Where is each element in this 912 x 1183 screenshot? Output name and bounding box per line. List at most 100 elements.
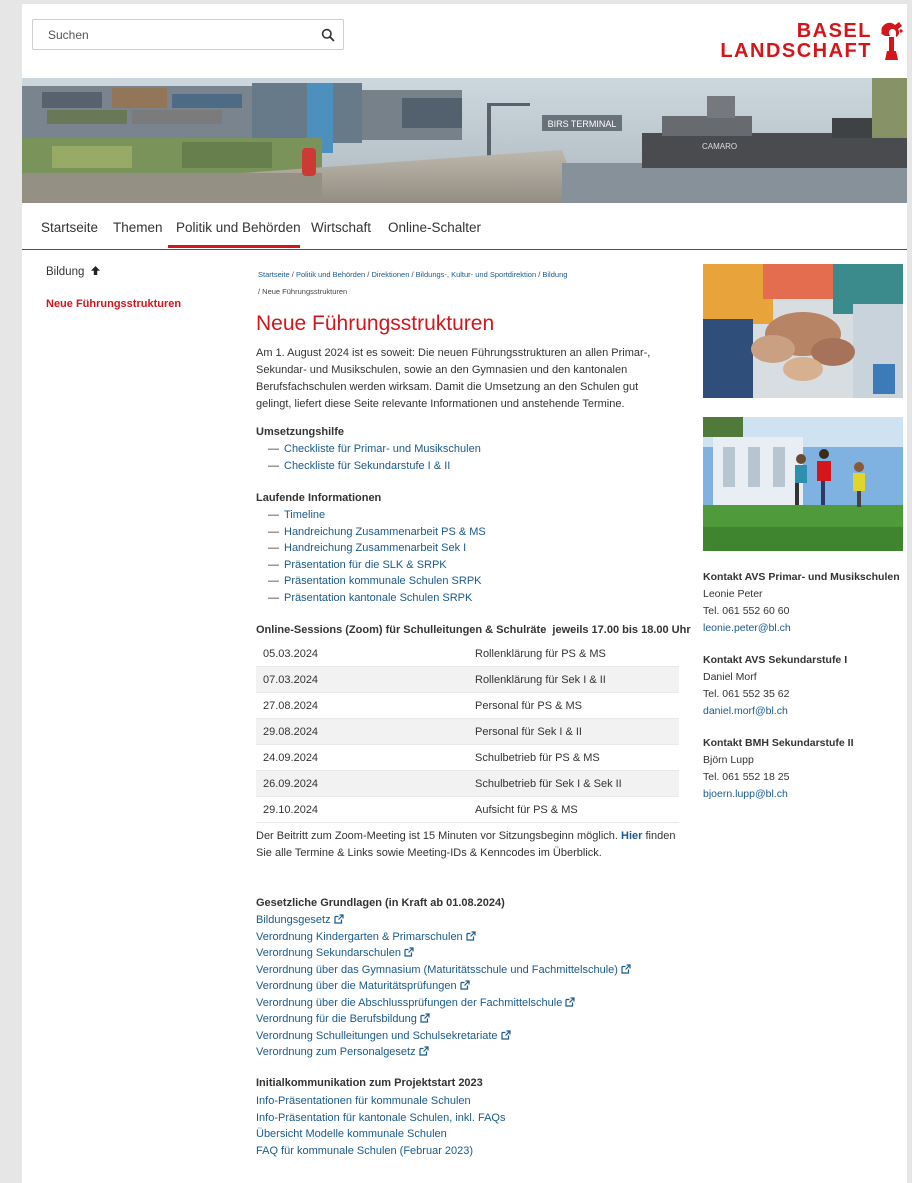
external-link-icon bbox=[334, 914, 344, 924]
link-verordnung-personalgesetz[interactable]: Verordnung zum Personalgesetz bbox=[256, 1046, 429, 1058]
link-info-praesentation-kantonal[interactable]: Info-Präsentation für kantonale Schulen,… bbox=[256, 1112, 505, 1124]
sessions-table: 05.03.2024 Rollenklärung für PS & MS 07.0… bbox=[256, 641, 679, 823]
fist-bump-photo bbox=[703, 264, 903, 398]
external-link-icon bbox=[404, 947, 414, 957]
basel-landschaft-logo[interactable]: BASEL LANDSCHAFT bbox=[720, 20, 905, 62]
link-checkliste-primar[interactable]: Checkliste für Primar- und Musikschulen bbox=[284, 443, 481, 455]
session-topic: Personal für PS & MS bbox=[475, 699, 582, 712]
breadcrumb-direktionen[interactable]: Direktionen bbox=[371, 270, 409, 279]
header-banner-image: BIRS TERMINAL CAMARO bbox=[22, 78, 907, 203]
session-topic: Schulbetrieb für PS & MS bbox=[475, 751, 600, 764]
contact-name: Leonie Peter bbox=[703, 588, 763, 600]
link-verordnung-sekundarschulen[interactable]: Verordnung Sekundarschulen bbox=[256, 947, 414, 959]
list-item: Verordnung über die Maturitätsprüfungen bbox=[256, 978, 631, 995]
list-item: — Präsentation für die SLK & SRPK bbox=[268, 558, 447, 571]
nav-item-wirtschaft[interactable]: Wirtschaft bbox=[311, 220, 371, 235]
zoom-note-text: Der Beitritt zum Zoom-Meeting ist 15 Min… bbox=[256, 828, 681, 862]
link-verordnung-berufsbildung[interactable]: Verordnung für die Berufsbildung bbox=[256, 1013, 430, 1025]
breadcrumb-startseite[interactable]: Startseite bbox=[258, 270, 290, 279]
link-label: Verordnung zum Personalgesetz bbox=[256, 1046, 416, 1058]
section-heading-umsetzungshilfe: Umsetzungshilfe bbox=[256, 426, 345, 438]
umsetzungshilfe-list: — Checkliste für Primar- und Musikschulen… bbox=[268, 441, 481, 474]
session-date: 27.08.2024 bbox=[263, 699, 319, 712]
link-uebersicht-modelle[interactable]: Übersicht Modelle kommunale Schulen bbox=[256, 1128, 447, 1140]
leftnav-current-page[interactable]: Neue Führungsstrukturen bbox=[46, 298, 181, 310]
session-date: 07.03.2024 bbox=[256, 666, 468, 693]
link-verordnung-kindergarten[interactable]: Verordnung Kindergarten & Primarschulen bbox=[256, 931, 476, 943]
contact-name: Björn Lupp bbox=[703, 754, 754, 766]
table-row: 07.03.2024 Rollenklärung für Sek I & II bbox=[256, 666, 679, 693]
crozier-crest-icon bbox=[881, 22, 903, 60]
contact-block-primar: Kontakt AVS Primar- und Musikschulen Leo… bbox=[703, 569, 903, 637]
zoom-overview-link[interactable]: Hier bbox=[621, 830, 642, 842]
link-bildungsgesetz[interactable]: Bildungsgesetz bbox=[256, 914, 344, 926]
link-info-praesentationen-kommunal[interactable]: Info-Präsentationen für kommunale Schule… bbox=[256, 1095, 471, 1107]
link-praesentation-kommunale[interactable]: Präsentation kommunale Schulen SRPK bbox=[284, 575, 482, 587]
list-item: Verordnung Sekundarschulen bbox=[256, 945, 631, 962]
external-link-icon bbox=[419, 1046, 429, 1056]
list-item: — Handreichung Zusammenarbeit Sek I bbox=[268, 542, 467, 554]
arrow-up-icon bbox=[90, 266, 100, 275]
table-row: 26.09.2024 Schulbetrieb für Sek I & Sek I… bbox=[256, 770, 679, 797]
table-row: 05.03.2024 Rollenklärung für PS & MS bbox=[256, 641, 679, 667]
list-item: — Timeline bbox=[268, 509, 326, 521]
search-icon[interactable] bbox=[321, 28, 335, 42]
link-handreichung-ps-ms[interactable]: Handreichung Zusammenarbeit PS & MS bbox=[284, 526, 486, 538]
link-verordnung-fachmittelschule[interactable]: Verordnung über die Abschlussprüfungen d… bbox=[256, 997, 575, 1009]
link-praesentation-kantonale[interactable]: Präsentation kantonale Schulen SRPK bbox=[284, 592, 472, 604]
link-label: Bildungsgesetz bbox=[256, 914, 331, 926]
section-heading-online-sessions: Online-Sessions (Zoom) für Schulleitunge… bbox=[256, 624, 691, 636]
link-handreichung-sek-i[interactable]: Handreichung Zusammenarbeit Sek I bbox=[284, 542, 466, 554]
link-label: Verordnung über die Abschlussprüfungen d… bbox=[256, 996, 563, 1009]
nav-item-politik-und-behoerden[interactable]: Politik und Behörden bbox=[176, 220, 301, 235]
section-heading-laufende-informationen: Laufende Informationen bbox=[256, 492, 382, 504]
link-label: Verordnung für die Berufsbildung bbox=[256, 1013, 417, 1025]
session-date: 29.08.2024 bbox=[256, 718, 468, 745]
link-label: Verordnung Kindergarten & Primarschulen bbox=[256, 930, 463, 943]
contact-name: Daniel Morf bbox=[703, 671, 757, 683]
contact-email-link[interactable]: leonie.peter@bl.ch bbox=[703, 622, 791, 634]
leftnav-parent-bildung[interactable]: Bildung bbox=[46, 265, 101, 278]
nav-active-indicator bbox=[168, 245, 300, 248]
list-item: Info-Präsentationen für kommunale Schule… bbox=[256, 1093, 505, 1110]
contact-email-link[interactable]: bjoern.lupp@bl.ch bbox=[703, 788, 788, 800]
link-praesentation-slk-srpk[interactable]: Präsentation für die SLK & SRPK bbox=[284, 559, 447, 571]
table-row: 24.09.2024 Schulbetrieb für PS & MS bbox=[256, 745, 679, 771]
breadcrumb-current: / Neue Führungsstrukturen bbox=[258, 287, 348, 296]
session-date: 26.09.2024 bbox=[256, 770, 468, 797]
nav-item-online-schalter[interactable]: Online-Schalter bbox=[388, 220, 481, 235]
link-verordnung-maturitaet[interactable]: Verordnung über die Maturitätsprüfungen bbox=[256, 980, 470, 992]
session-date: 24.09.2024 bbox=[263, 751, 319, 764]
list-item: — Präsentation kantonale Schulen SRPK bbox=[268, 591, 473, 604]
list-item: — Checkliste für Sekundarstufe I & II bbox=[268, 459, 451, 472]
link-verordnung-schulleitungen[interactable]: Verordnung Schulleitungen und Schulsekre… bbox=[256, 1030, 511, 1042]
laufende-informationen-list: — Timeline — Handreichung Zusammenarbeit P… bbox=[268, 507, 486, 606]
contact-email-link[interactable]: daniel.morf@bl.ch bbox=[703, 705, 788, 717]
table-row: 29.10.2024 Aufsicht für PS & MS bbox=[256, 797, 679, 823]
session-topic: Rollenklärung für Sek I & II bbox=[468, 666, 679, 693]
breadcrumb-bildung[interactable]: Bildung bbox=[542, 270, 567, 279]
search-input[interactable] bbox=[33, 20, 318, 49]
link-faq-kommunale-schulen[interactable]: FAQ für kommunale Schulen (Februar 2023) bbox=[256, 1145, 473, 1157]
logo-text-landschaft: LANDSCHAFT bbox=[720, 40, 872, 62]
main-navigation: Startseite Themen Politik und Behörden W… bbox=[22, 203, 907, 250]
list-item: FAQ für kommunale Schulen (Februar 2023) bbox=[256, 1143, 505, 1160]
list-item: Verordnung Schulleitungen und Schulsekre… bbox=[256, 1028, 631, 1045]
link-checkliste-sekundar[interactable]: Checkliste für Sekundarstufe I & II bbox=[284, 460, 450, 472]
link-label: Verordnung über das Gymnasium (Maturität… bbox=[256, 963, 618, 976]
breadcrumb-bksd[interactable]: Bildungs-, Kultur- und Sportdirektion bbox=[416, 270, 536, 279]
breadcrumb: Startseite / Politik und Behörden / Dire… bbox=[258, 270, 568, 296]
list-item: Verordnung über die Abschlussprüfungen d… bbox=[256, 995, 631, 1012]
nav-item-themen[interactable]: Themen bbox=[113, 220, 163, 235]
contact-heading: Kontakt BMH Sekundarstufe II bbox=[703, 737, 854, 749]
session-topic: Schulbetrieb für Sek I & Sek II bbox=[468, 770, 679, 797]
link-label: Verordnung über die Maturitätsprüfungen bbox=[256, 980, 457, 992]
table-row: 29.08.2024 Personal für Sek I & II bbox=[256, 718, 679, 745]
breadcrumb-politik[interactable]: Politik und Behörden bbox=[296, 270, 365, 279]
contact-heading: Kontakt AVS Primar- und Musikschulen bbox=[703, 571, 900, 583]
nav-item-startseite[interactable]: Startseite bbox=[41, 220, 98, 235]
search-box bbox=[32, 19, 344, 50]
link-timeline[interactable]: Timeline bbox=[284, 509, 325, 521]
link-verordnung-gymnasium[interactable]: Verordnung über das Gymnasium (Maturität… bbox=[256, 964, 631, 976]
contact-phone: Tel. 061 552 60 60 bbox=[703, 605, 790, 617]
